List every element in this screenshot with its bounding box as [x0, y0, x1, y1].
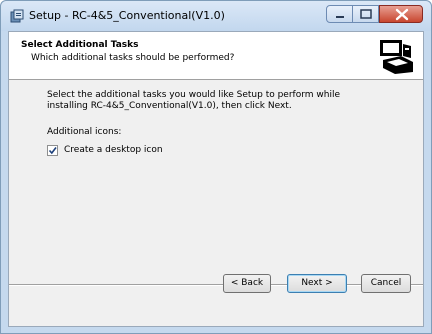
- title-bar[interactable]: Setup - RC-4&5_Conventional(V1.0): [1, 1, 431, 31]
- setup-app-icon: [10, 9, 24, 23]
- desktop-icon-checkbox[interactable]: [47, 145, 58, 156]
- close-icon: [395, 8, 409, 21]
- instruction-text: Select the additional tasks you would li…: [47, 90, 340, 111]
- minimize-button[interactable]: [326, 5, 353, 23]
- cancel-button[interactable]: Cancel: [361, 274, 411, 293]
- desktop-icon-checkbox-label[interactable]: Create a desktop icon: [64, 145, 163, 155]
- page-title: Select Additional Tasks: [21, 40, 139, 50]
- close-button[interactable]: [379, 5, 423, 23]
- page-subtitle: Which additional tasks should be perform…: [31, 53, 235, 63]
- minimize-icon: [336, 16, 344, 18]
- maximize-icon: [360, 9, 372, 19]
- wizard-header: Select Additional Tasks Which additional…: [9, 32, 423, 80]
- next-button[interactable]: Next >: [287, 274, 347, 293]
- computer-box-icon: [377, 36, 417, 76]
- maximize-button[interactable]: [353, 5, 379, 23]
- additional-icons-label: Additional icons:: [47, 127, 122, 137]
- back-button[interactable]: < Back: [223, 274, 271, 293]
- setup-window: Setup - RC-4&5_Conventional(V1.0) Select…: [0, 0, 432, 334]
- window-title: Setup - RC-4&5_Conventional(V1.0): [29, 9, 225, 22]
- checkmark-icon: [48, 147, 57, 155]
